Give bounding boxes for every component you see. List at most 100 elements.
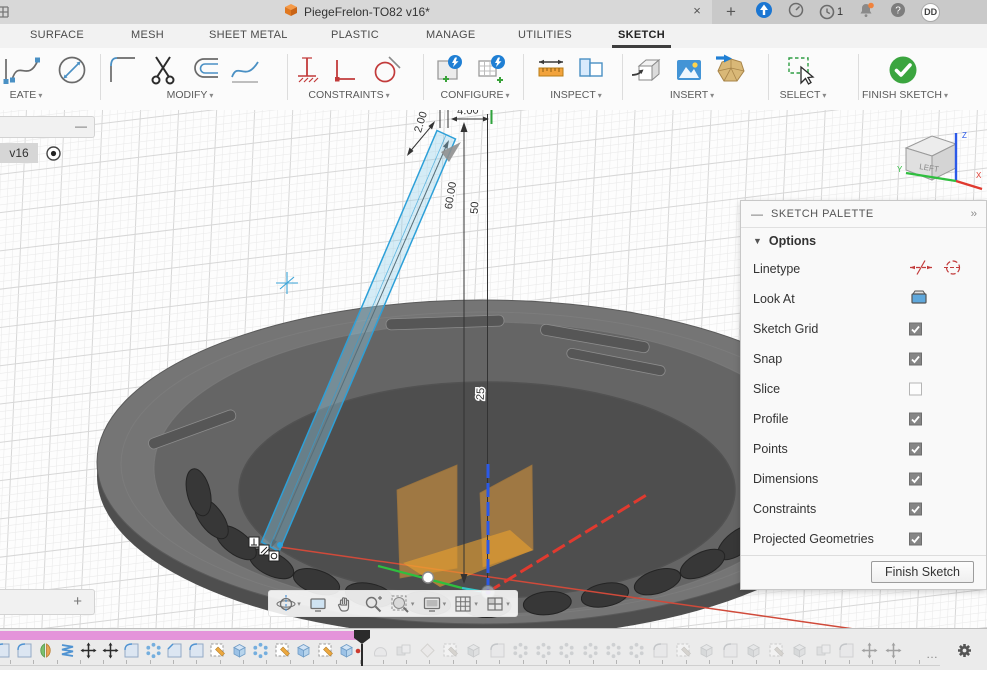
timeline-feature-circular-pattern[interactable] — [628, 642, 645, 659]
dimension-4[interactable]: 4.00 — [457, 110, 479, 118]
timeline-feature-boolean[interactable] — [395, 642, 412, 659]
extensions-icon[interactable] — [755, 1, 773, 24]
close-tab-icon[interactable]: × — [688, 2, 706, 20]
timeline-feature-move[interactable] — [102, 642, 119, 659]
tab-surface[interactable]: SURFACE — [24, 24, 90, 48]
dropdown-caret-icon[interactable]: ▾ — [297, 600, 301, 608]
help-icon[interactable]: ? — [890, 2, 906, 23]
timeline-feature-extrude[interactable] — [698, 642, 715, 659]
timeline-feature-extrude[interactable] — [231, 642, 248, 659]
dimension-25[interactable]: 25 — [475, 388, 487, 401]
configure-feature-icon[interactable] — [432, 53, 466, 87]
finish-sketch-button[interactable]: Finish Sketch — [871, 561, 974, 583]
profile-checkbox[interactable] — [909, 413, 922, 426]
projected-geometries-checkbox[interactable] — [909, 533, 922, 546]
circle-diameter-icon[interactable] — [55, 53, 89, 87]
timeline-feature-extrude[interactable] — [791, 642, 808, 659]
tab-manage[interactable]: MANAGE — [420, 24, 481, 48]
points-checkbox[interactable] — [909, 443, 922, 456]
centerline-linetype-icon[interactable] — [942, 260, 964, 279]
measure-icon[interactable] — [534, 53, 568, 87]
modify-spline-icon[interactable] — [228, 53, 262, 87]
fillet-icon[interactable] — [106, 53, 140, 87]
tab-sketch[interactable]: SKETCH — [612, 24, 671, 48]
configure-table-icon[interactable] — [474, 53, 508, 87]
timeline-feature-move[interactable] — [885, 642, 902, 659]
nav-fit-zoom-window-icon[interactable]: ▾ — [390, 594, 415, 614]
dimensions-checkbox[interactable] — [909, 473, 922, 486]
timeline-feature-circular-pattern[interactable] — [145, 642, 162, 659]
spline-icon[interactable] — [8, 53, 42, 87]
timeline-feature-fillet[interactable] — [722, 642, 739, 659]
job-status-icon[interactable] — [788, 2, 804, 23]
timeline-feature-sketch[interactable] — [442, 642, 459, 659]
select-window-icon[interactable] — [782, 53, 816, 87]
dropdown-caret-icon[interactable]: ▾ — [411, 600, 415, 608]
palette-options-section[interactable]: ▼ Options — [741, 228, 986, 254]
browser-doc-chip[interactable]: v16 — [0, 143, 38, 163]
expand-plus-icon[interactable]: + — [73, 593, 82, 610]
timeline-feature-boolean[interactable] — [815, 642, 832, 659]
toolbar-group-label-select[interactable]: SELECT▾ — [780, 89, 827, 103]
browser-expand-bar[interactable]: + — [0, 589, 95, 615]
timeline-feature-sketch[interactable] — [274, 642, 291, 659]
timeline-feature-move[interactable] — [80, 642, 97, 659]
tab-mesh[interactable]: MESH — [125, 24, 170, 48]
timeline-feature-fillet[interactable] — [16, 642, 33, 659]
timeline-feature-chamfer[interactable] — [166, 642, 183, 659]
toolbar-group-label-finish-sketch[interactable]: FINISH SKETCH▾ — [862, 89, 948, 103]
tab-sheet-metal[interactable]: SHEET METAL — [203, 24, 294, 48]
timeline-feature-extrude[interactable] — [465, 642, 482, 659]
toolbar-group-label-configure[interactable]: CONFIGURE▾ — [440, 89, 509, 103]
dropdown-caret-icon[interactable]: ▾ — [474, 600, 478, 608]
nav-zoom-icon[interactable] — [363, 594, 383, 614]
new-tab-button[interactable]: + — [722, 2, 740, 22]
timeline-feature-circular-pattern[interactable] — [558, 642, 575, 659]
dropdown-caret-icon[interactable]: ▾ — [506, 600, 510, 608]
finish-sketch-check-icon[interactable] — [886, 53, 920, 87]
nav-viewports-icon[interactable]: ▾ — [485, 594, 510, 614]
timeline-feature-sketch[interactable] — [317, 642, 334, 659]
timeline-feature-circular-pattern[interactable] — [535, 642, 552, 659]
dropdown-caret-icon[interactable]: ▾ — [443, 600, 447, 608]
version-history-icon[interactable]: 1 — [819, 4, 843, 20]
timeline-feature-circular-pattern[interactable] — [605, 642, 622, 659]
notifications-bell-icon[interactable] — [858, 2, 875, 23]
offset-icon[interactable] — [190, 53, 224, 87]
slice-checkbox[interactable] — [909, 383, 922, 396]
timeline-feature-coil[interactable] — [59, 642, 76, 659]
dimension-50[interactable]: 50 — [469, 201, 482, 214]
view-cube[interactable]: LEFT Z X Y — [892, 118, 987, 203]
timeline-feature-circular-pattern[interactable] — [252, 642, 269, 659]
insert-canvas-icon[interactable] — [672, 53, 706, 87]
timeline-feature-fillet[interactable] — [652, 642, 669, 659]
timeline-feature-fillet[interactable] — [123, 642, 140, 659]
insert-mesh-icon[interactable] — [714, 53, 748, 87]
tab-utilities[interactable]: UTILITIES — [512, 24, 578, 48]
constraints-checkbox[interactable] — [909, 503, 922, 516]
timeline-feature-mirror[interactable] — [37, 642, 54, 659]
dimension-60[interactable]: 60.00 — [443, 181, 459, 210]
browser-collapse-icon[interactable]: — — [75, 119, 87, 133]
nav-grid-settings-icon[interactable]: ▾ — [453, 594, 478, 614]
nav-display-settings-icon[interactable]: ▾ — [422, 594, 447, 614]
palette-minimize-icon[interactable]: — — [751, 207, 763, 221]
toolbar-group-label-inspect[interactable]: INSPECT▾ — [550, 89, 602, 103]
timeline-feature-fillet[interactable] — [0, 642, 11, 659]
timeline-feature-move[interactable] — [861, 642, 878, 659]
user-avatar[interactable]: DD — [921, 3, 940, 22]
sketch-point-marker[interactable] — [276, 272, 298, 294]
timeline-playhead[interactable] — [352, 629, 374, 669]
nav-orbit-icon[interactable]: ▾ — [276, 594, 301, 614]
snap-checkbox[interactable] — [909, 353, 922, 366]
section-analysis-icon[interactable] — [574, 53, 608, 87]
toolbar-group-label-insert[interactable]: INSERT▾ — [670, 89, 714, 103]
timeline-feature-sketch[interactable] — [675, 642, 692, 659]
construction-linetype-icon[interactable] — [909, 260, 933, 279]
look-at-icon[interactable] — [909, 289, 929, 309]
trim-icon[interactable] — [148, 53, 182, 87]
timeline-feature-fillet[interactable] — [489, 642, 506, 659]
toolbar-group-label-modify[interactable]: MODIFY▾ — [167, 89, 214, 103]
insert-derive-icon[interactable] — [630, 53, 664, 87]
timeline-feature-circular-pattern[interactable] — [582, 642, 599, 659]
